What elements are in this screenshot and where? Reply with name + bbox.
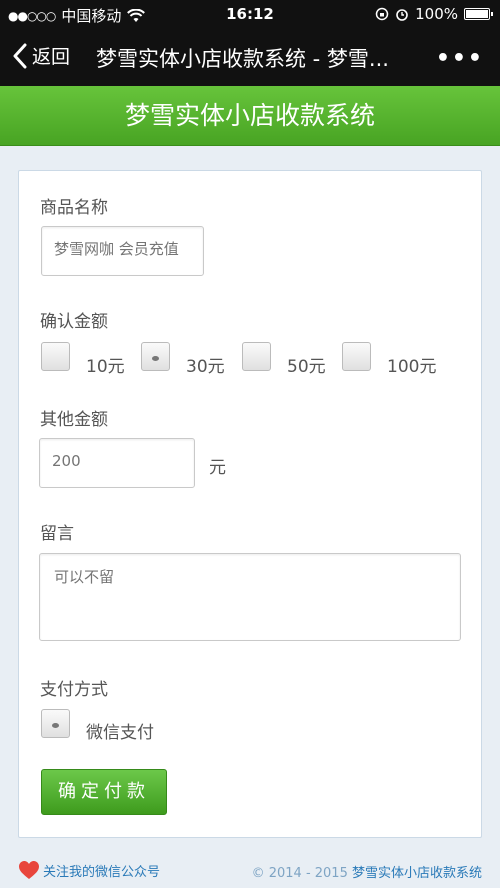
- follow-label: 关注我的微信公众号: [43, 864, 161, 880]
- amount-option-100-label: 100元: [387, 357, 437, 377]
- heart-icon: [19, 861, 39, 879]
- wechat-pay-label: 微信支付: [86, 723, 154, 743]
- battery-percent: 100%: [415, 5, 458, 23]
- message-input[interactable]: [54, 566, 446, 628]
- amount-option-50-checkbox[interactable]: [242, 342, 271, 371]
- amount-label: 确认金额: [40, 312, 108, 332]
- page-title: 梦雪实体小店收款系统: [0, 86, 500, 146]
- message-label: 留言: [40, 524, 74, 544]
- status-bar: ●●○○○ 中国移动 16:12 100%: [0, 0, 500, 28]
- payment-form: 商品名称 确认金额 10元 30元 50元 100元 其他金额 元 留言 支付方…: [18, 170, 482, 838]
- amount-option-30-label: 30元: [186, 357, 225, 377]
- copyright: © 2014 - 2015 梦雪实体小店收款系统: [252, 862, 482, 881]
- footer: 关注我的微信公众号 © 2014 - 2015 梦雪实体小店收款系统: [0, 858, 500, 882]
- wechat-pay-radio[interactable]: [41, 709, 70, 738]
- copyright-text: © 2014 - 2015: [251, 866, 352, 881]
- back-button[interactable]: 返回: [12, 42, 70, 69]
- rotation-lock-icon: [375, 7, 389, 21]
- amount-option-10-label: 10元: [86, 357, 125, 377]
- product-name-input[interactable]: [54, 240, 191, 258]
- alarm-icon: [396, 9, 408, 21]
- confirm-payment-button[interactable]: 确定付款: [41, 769, 167, 815]
- amount-option-100-checkbox[interactable]: [342, 342, 371, 371]
- more-menu-button[interactable]: •••: [436, 46, 484, 71]
- battery-icon: [464, 8, 493, 20]
- other-amount-field[interactable]: [39, 438, 195, 488]
- amount-option-10-checkbox[interactable]: [41, 342, 70, 371]
- amount-option-30-checkbox[interactable]: [141, 342, 170, 371]
- other-amount-unit: 元: [209, 458, 226, 478]
- follow-link[interactable]: 关注我的微信公众号: [18, 860, 160, 880]
- product-name-label: 商品名称: [40, 198, 108, 218]
- nav-bar: 返回 梦雪实体小店收款系统 - 梦雪... •••: [0, 28, 500, 86]
- other-amount-label: 其他金额: [40, 410, 108, 430]
- nav-title: 梦雪实体小店收款系统 - 梦雪...: [96, 47, 389, 71]
- message-field[interactable]: [39, 553, 461, 641]
- payment-method-label: 支付方式: [40, 680, 108, 700]
- chevron-left-icon: [13, 43, 27, 68]
- status-bar-right: 100%: [375, 5, 493, 23]
- product-name-field[interactable]: [41, 226, 204, 276]
- other-amount-input[interactable]: [52, 452, 182, 470]
- amount-option-50-label: 50元: [287, 357, 326, 377]
- back-label: 返回: [32, 46, 71, 68]
- copyright-brand: 梦雪实体小店收款系统: [351, 866, 482, 881]
